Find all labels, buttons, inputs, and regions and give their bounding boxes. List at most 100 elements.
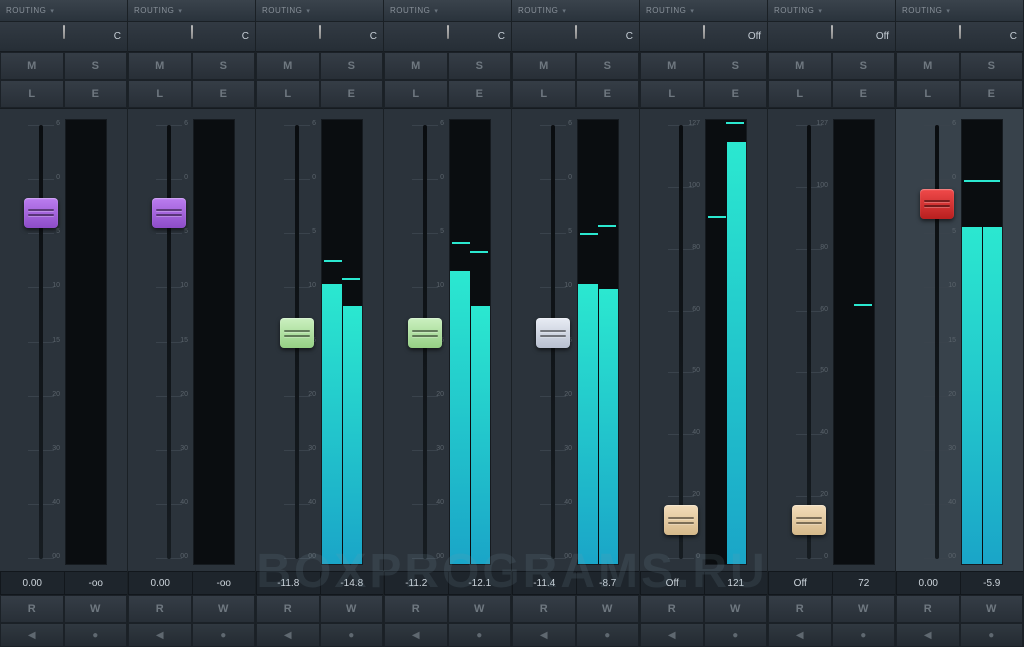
fader-track[interactable]: 12710080605040200 — [788, 119, 830, 565]
meter-value[interactable]: 72 — [832, 572, 896, 594]
routing-header[interactable]: ROUTING▾ — [0, 0, 127, 22]
pan-control[interactable]: C — [384, 22, 511, 52]
pan-control[interactable]: C — [128, 22, 255, 52]
meter-value[interactable]: -12.1 — [448, 572, 512, 594]
mute-button[interactable]: M — [896, 52, 960, 80]
read-automation-button[interactable]: R — [896, 595, 960, 623]
meter-value[interactable]: 121 — [704, 572, 768, 594]
mute-button[interactable]: M — [128, 52, 192, 80]
prev-button[interactable]: ◀ — [384, 623, 448, 647]
write-automation-button[interactable]: W — [64, 595, 128, 623]
edit-button[interactable]: E — [448, 80, 512, 108]
record-button[interactable]: ● — [64, 623, 128, 647]
read-automation-button[interactable]: R — [768, 595, 832, 623]
edit-button[interactable]: E — [832, 80, 896, 108]
fader-value[interactable]: -11.8 — [256, 572, 320, 594]
solo-button[interactable]: S — [64, 52, 128, 80]
meter-value[interactable]: -5.9 — [960, 572, 1024, 594]
fader-track[interactable]: 605101520304000 — [404, 119, 446, 565]
write-automation-button[interactable]: W — [832, 595, 896, 623]
listen-button[interactable]: L — [0, 80, 64, 108]
prev-button[interactable]: ◀ — [0, 623, 64, 647]
fader-value[interactable]: -11.4 — [512, 572, 576, 594]
mute-button[interactable]: M — [384, 52, 448, 80]
pan-control[interactable]: C — [0, 22, 127, 52]
edit-button[interactable]: E — [64, 80, 128, 108]
record-button[interactable]: ● — [832, 623, 896, 647]
record-button[interactable]: ● — [320, 623, 384, 647]
listen-button[interactable]: L — [512, 80, 576, 108]
mute-button[interactable]: M — [0, 52, 64, 80]
pan-control[interactable]: C — [512, 22, 639, 52]
edit-button[interactable]: E — [960, 80, 1024, 108]
write-automation-button[interactable]: W — [320, 595, 384, 623]
solo-button[interactable]: S — [320, 52, 384, 80]
record-button[interactable]: ● — [960, 623, 1024, 647]
write-automation-button[interactable]: W — [576, 595, 640, 623]
write-automation-button[interactable]: W — [960, 595, 1024, 623]
record-button[interactable]: ● — [704, 623, 768, 647]
routing-header[interactable]: ROUTING▾ — [512, 0, 639, 22]
fader-handle[interactable] — [792, 505, 826, 535]
fader-value[interactable]: 0.00 — [128, 572, 192, 594]
prev-button[interactable]: ◀ — [256, 623, 320, 647]
solo-button[interactable]: S — [960, 52, 1024, 80]
fader-handle[interactable] — [664, 505, 698, 535]
read-automation-button[interactable]: R — [256, 595, 320, 623]
solo-button[interactable]: S — [704, 52, 768, 80]
read-automation-button[interactable]: R — [128, 595, 192, 623]
fader-handle[interactable] — [408, 318, 442, 348]
fader-value[interactable]: Off — [640, 572, 704, 594]
solo-button[interactable]: S — [448, 52, 512, 80]
solo-button[interactable]: S — [576, 52, 640, 80]
listen-button[interactable]: L — [384, 80, 448, 108]
routing-header[interactable]: ROUTING▾ — [896, 0, 1023, 22]
fader-handle[interactable] — [24, 198, 58, 228]
record-button[interactable]: ● — [576, 623, 640, 647]
read-automation-button[interactable]: R — [0, 595, 64, 623]
fader-track[interactable]: 605101520304000 — [148, 119, 190, 565]
routing-header[interactable]: ROUTING▾ — [256, 0, 383, 22]
write-automation-button[interactable]: W — [704, 595, 768, 623]
mute-button[interactable]: M — [768, 52, 832, 80]
fader-track[interactable]: 605101520304000 — [532, 119, 574, 565]
read-automation-button[interactable]: R — [384, 595, 448, 623]
fader-track[interactable]: 605101520304000 — [916, 119, 958, 565]
prev-button[interactable]: ◀ — [128, 623, 192, 647]
edit-button[interactable]: E — [320, 80, 384, 108]
prev-button[interactable]: ◀ — [896, 623, 960, 647]
meter-value[interactable]: -14.8 — [320, 572, 384, 594]
read-automation-button[interactable]: R — [512, 595, 576, 623]
pan-control[interactable]: C — [256, 22, 383, 52]
fader-value[interactable]: 0.00 — [0, 572, 64, 594]
mute-button[interactable]: M — [512, 52, 576, 80]
meter-value[interactable]: -8.7 — [576, 572, 640, 594]
mute-button[interactable]: M — [256, 52, 320, 80]
solo-button[interactable]: S — [192, 52, 256, 80]
fader-handle[interactable] — [536, 318, 570, 348]
prev-button[interactable]: ◀ — [768, 623, 832, 647]
pan-control[interactable]: Off — [768, 22, 895, 52]
routing-header[interactable]: ROUTING▾ — [384, 0, 511, 22]
edit-button[interactable]: E — [192, 80, 256, 108]
routing-header[interactable]: ROUTING▾ — [128, 0, 255, 22]
routing-header[interactable]: ROUTING▾ — [768, 0, 895, 22]
meter-value[interactable]: -oo — [64, 572, 128, 594]
fader-value[interactable]: Off — [768, 572, 832, 594]
pan-control[interactable]: C — [896, 22, 1023, 52]
prev-button[interactable]: ◀ — [512, 623, 576, 647]
listen-button[interactable]: L — [128, 80, 192, 108]
pan-control[interactable]: Off — [640, 22, 767, 52]
listen-button[interactable]: L — [896, 80, 960, 108]
listen-button[interactable]: L — [256, 80, 320, 108]
edit-button[interactable]: E — [704, 80, 768, 108]
fader-value[interactable]: -11.2 — [384, 572, 448, 594]
record-button[interactable]: ● — [448, 623, 512, 647]
edit-button[interactable]: E — [576, 80, 640, 108]
solo-button[interactable]: S — [832, 52, 896, 80]
write-automation-button[interactable]: W — [192, 595, 256, 623]
record-button[interactable]: ● — [192, 623, 256, 647]
listen-button[interactable]: L — [640, 80, 704, 108]
meter-value[interactable]: -oo — [192, 572, 256, 594]
routing-header[interactable]: ROUTING▾ — [640, 0, 767, 22]
